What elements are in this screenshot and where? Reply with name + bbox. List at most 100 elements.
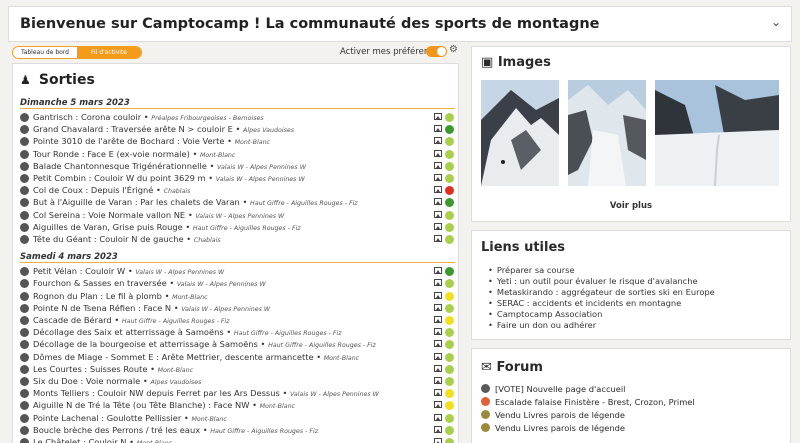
outing-row[interactable]: Petit Combin : Couloir W du point 3629 m…: [20, 173, 456, 184]
image-icon: [434, 235, 442, 242]
image-icon: [434, 267, 442, 275]
outing-title: Balade Chantonnesque Trigénérationnelle: [33, 160, 207, 171]
outing-row[interactable]: Pointe 3010 de l'arête de Bochard : Voie…: [20, 136, 456, 147]
image-icon: [434, 438, 442, 443]
activity-icon: [20, 401, 29, 411]
image-icon: [434, 413, 442, 421]
outing-row[interactable]: Les Courtes : Suisses Route • Mont-Blanc: [20, 364, 456, 375]
condition-dot: [445, 113, 454, 122]
activity-icon: [20, 137, 29, 147]
tab-dashboard[interactable]: Tableau de bord: [13, 47, 77, 58]
outing-title: Rognon du Plan : Le fil à plomb: [33, 290, 162, 301]
activity-icon: [20, 340, 29, 350]
outing-title: Col de Coux : Depuis l'Érigné: [33, 185, 154, 196]
image-thumbnail[interactable]: [655, 80, 779, 186]
image-icon: [434, 125, 442, 133]
activity-icon: [20, 389, 29, 399]
link-item[interactable]: Camptocamp Association: [488, 309, 715, 320]
condition-dot: [445, 149, 454, 159]
outing-title: Décollage des Saix et atterrissage à Sam…: [33, 327, 224, 338]
activity-icon: [20, 174, 29, 183]
forum-item[interactable]: Vendu Livres parois de légende: [481, 409, 625, 421]
outing-row[interactable]: Grand Chavalard : Traversée arête N > co…: [20, 124, 456, 135]
outing-area: Mont-Blanc: [323, 354, 360, 362]
condition-dot: [445, 198, 454, 208]
gears-icon[interactable]: ⚙: [449, 44, 458, 55]
outing-area: Mont-Blanc: [199, 151, 236, 159]
outing-area: Haut Giffre - Aiguilles Rouges - Fiz: [249, 200, 358, 208]
outing-row[interactable]: Pointe Lachenal : Goulotte Pellissier • …: [20, 413, 456, 424]
outing-row[interactable]: Monts Telliers : Couloir NW depuis Ferre…: [20, 388, 456, 399]
image-icon: [434, 389, 442, 397]
outing-row[interactable]: Pointe N de Tsena Réfien : Face N • Vala…: [20, 303, 456, 314]
forum-item[interactable]: [VOTE] Nouvelle page d'accueil: [481, 383, 625, 395]
outing-row[interactable]: Balade Chantonnesque Trigénérationnelle …: [20, 161, 456, 172]
outing-row[interactable]: Six du Doe : Voie normale • Alpes Vaudoi…: [20, 376, 456, 387]
link-item[interactable]: Yeti : un outil pour évaluer le risque d…: [488, 276, 715, 287]
outing-row[interactable]: Aiguille N de Tré la Tête (ou Tête Blanc…: [20, 400, 456, 411]
outing-row[interactable]: Petit Vélan : Couloir W • Valais W - Alp…: [20, 266, 456, 277]
activity-icon: [20, 186, 29, 196]
outing-title: Monts Telliers : Couloir NW depuis Ferre…: [33, 388, 280, 399]
outings-title: ♟ Sorties: [20, 72, 95, 88]
link-item[interactable]: Préparer sa course: [488, 265, 715, 276]
condition-dot: [445, 137, 454, 147]
activity-icon: [20, 364, 29, 374]
forum-item[interactable]: Escalade falaise Finistère - Brest, Croz…: [481, 396, 695, 408]
link-item[interactable]: Faire un don ou adhérer: [488, 320, 715, 331]
welcome-banner[interactable]: Bienvenue sur Camptocamp ! La communauté…: [8, 6, 792, 42]
outing-row[interactable]: Tête du Géant : Couloir N de gauche • Ch…: [20, 234, 456, 245]
condition-dot: [445, 401, 454, 411]
image-thumbnail[interactable]: [481, 80, 559, 186]
outing-area: Alpes Vaudoises: [243, 127, 295, 135]
links-list: Préparer sa course Yeti : un outil pour …: [488, 265, 715, 331]
forum-item[interactable]: Vendu Livres parois de légende: [481, 422, 625, 434]
activity-icon: [20, 149, 29, 159]
preferences-switch[interactable]: [426, 46, 447, 57]
feed-mode-toggle[interactable]: Tableau de bord Fil d'activité: [12, 46, 142, 59]
image-icon: [434, 303, 442, 311]
outing-row[interactable]: But à l'Aiguille de Varan : Par les chal…: [20, 197, 456, 208]
outing-row[interactable]: Tour Ronde : Face E (ex-voie normale) • …: [20, 149, 456, 160]
outing-area: Valais W - Alpes Pennines W: [176, 281, 266, 289]
outing-title: Petit Combin : Couloir W du point 3629 m: [33, 173, 206, 183]
condition-dot: [445, 377, 454, 386]
image-icon: [434, 174, 442, 181]
activity-icon: [20, 291, 29, 301]
outing-row[interactable]: Boucle brèche des Perrons / tré les eaux…: [20, 425, 456, 436]
outing-row[interactable]: Rognon du Plan : Le fil à plomb • Mont-B…: [20, 291, 456, 302]
outing-row[interactable]: Col de Coux : Depuis l'Érigné • Chablais: [20, 185, 456, 196]
tab-activity-feed[interactable]: Fil d'activité: [77, 47, 141, 58]
chevron-down-icon[interactable]: ⌄: [771, 15, 781, 29]
outing-area: Haut Giffre - Aiguilles Rouges - Fiz: [121, 318, 230, 325]
date-heading: Dimanche 5 mars 2023: [20, 98, 130, 108]
outing-row[interactable]: Décollage des Saix et atterrissage à Sam…: [20, 327, 456, 338]
outing-area: Mont-Blanc: [259, 403, 296, 411]
outing-row[interactable]: Aiguilles de Varan, Grise puis Rouge • H…: [20, 222, 456, 233]
condition-dot: [445, 389, 454, 399]
image-thumbnail[interactable]: [568, 80, 646, 186]
avatar: [481, 410, 490, 419]
link-item[interactable]: SERAC : accidents et incidents en montag…: [488, 298, 715, 309]
image-icon: [434, 352, 442, 360]
outing-row[interactable]: Fourchon & Sasses en traversée • Valais …: [20, 278, 456, 289]
activity-icon: [20, 125, 29, 135]
outing-area: Haut Giffre - Aiguilles Rouges - Fiz: [233, 330, 342, 338]
outing-row[interactable]: Décollage de la bourgeoise et atterrissa…: [20, 339, 456, 350]
outing-row[interactable]: Cascade de Bérard • Haut Giffre - Aiguil…: [20, 315, 456, 326]
outing-area: Mont-Blanc: [191, 415, 227, 423]
activity-icon: [20, 328, 29, 338]
see-more-link[interactable]: Voir plus: [472, 201, 790, 211]
outing-row[interactable]: Le Châtelet : Couloir N • Mont-Blanc: [20, 437, 456, 443]
forum-title: ✉ Forum: [481, 360, 543, 375]
outing-row[interactable]: Dômes de Miage - Sommet E : Arête Mettri…: [20, 352, 456, 363]
condition-dot: [445, 364, 454, 374]
outing-title: Six du Doe : Voie normale: [33, 376, 141, 386]
outing-row[interactable]: Gantrisch : Corona couloir • Préalpes Fr…: [20, 112, 456, 123]
condition-dot: [445, 186, 454, 196]
avatar: [481, 423, 490, 432]
condition-dot: [445, 125, 454, 135]
outing-title: Cascade de Bérard: [33, 315, 112, 325]
link-item[interactable]: Metaskirando : aggrégateur de sorties sk…: [488, 287, 715, 298]
outing-row[interactable]: Col Sereina : Voie Normale vallon NE • V…: [20, 210, 456, 221]
